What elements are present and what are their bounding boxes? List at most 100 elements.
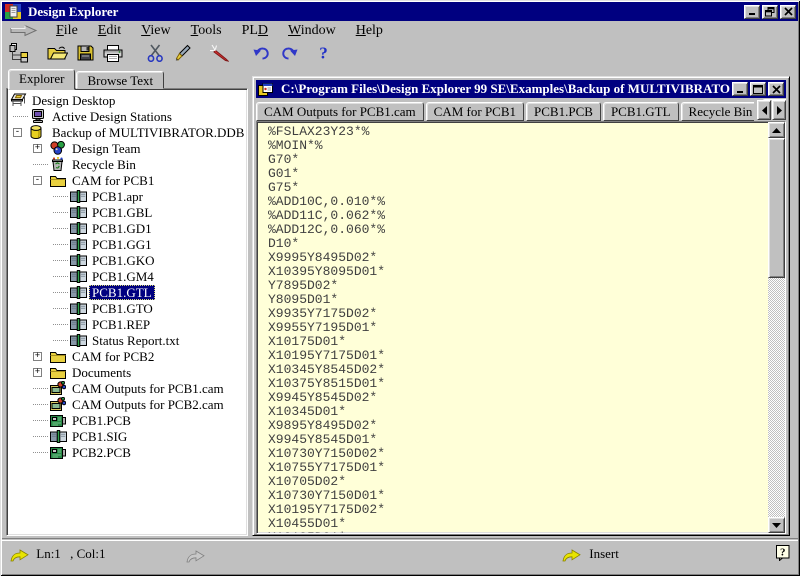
redo-button[interactable] <box>275 41 303 65</box>
tree-item-active-design-stations[interactable]: Active Design Stations <box>10 108 247 124</box>
svg-text:?: ? <box>319 44 328 62</box>
menu-tools[interactable]: Tools <box>181 22 232 40</box>
recycle-icon <box>50 157 69 171</box>
doc-close-button[interactable] <box>768 82 784 96</box>
open-button[interactable] <box>43 41 71 65</box>
tree-item-cam-outputs-for-pcb2-cam[interactable]: CAM Outputs for PCB2.cam <box>10 396 247 412</box>
print-button[interactable] <box>99 41 127 65</box>
tree-item-label: PCB1.GBL <box>89 205 155 220</box>
doc-minimize-button[interactable] <box>732 82 748 96</box>
tree-item-pcb1-gko[interactable]: PCB1.GKO <box>10 252 247 268</box>
design-manager-button[interactable] <box>5 41 33 65</box>
doc-icon <box>70 318 89 331</box>
tab-scroll-left-button[interactable] <box>757 100 771 120</box>
panel-tabs: ExplorerBrowse Text <box>6 68 248 89</box>
tree-item-design-team[interactable]: +Design Team <box>10 140 247 156</box>
scroll-thumb[interactable] <box>768 138 785 278</box>
tree-item-pcb1-gd1[interactable]: PCB1.GD1 <box>10 220 247 236</box>
tree-item-design-desktop[interactable]: Design Desktop <box>10 92 247 108</box>
code-line: X10395Y8095D01* <box>268 265 768 279</box>
tree-item-pcb1-rep[interactable]: PCB1.REP <box>10 316 247 332</box>
doc-tab-recycle-bin[interactable]: Recycle Bin <box>681 102 761 121</box>
doc-tab-cam-for-pcb1[interactable]: CAM for PCB1 <box>426 102 524 121</box>
cut-icon <box>147 44 164 62</box>
collapse-toggle-icon[interactable]: - <box>13 128 22 137</box>
team-icon <box>50 141 69 155</box>
tree-item-pcb2-pcb[interactable]: PCB2.PCB <box>10 444 247 460</box>
doc-tab-pcb1-gtl[interactable]: PCB1.GTL <box>603 102 679 121</box>
tree-branch-line <box>30 388 50 389</box>
restore-button[interactable] <box>762 5 778 19</box>
wand-button[interactable] <box>205 41 233 65</box>
insert-label: Insert <box>589 546 619 561</box>
menu-help[interactable]: Help <box>346 22 393 40</box>
menu-drop-arrow-icon[interactable] <box>10 24 38 37</box>
undo-icon <box>252 46 271 61</box>
doc-icon <box>70 334 89 347</box>
save-icon <box>77 45 94 61</box>
tree-branch-line <box>50 212 70 213</box>
menu-window[interactable]: Window <box>278 22 346 40</box>
tree-item-label: Documents <box>69 365 134 380</box>
tree-item-pcb1-pcb[interactable]: PCB1.PCB <box>10 412 247 428</box>
folder-icon <box>50 350 69 363</box>
tree-item-pcb1-sig[interactable]: PCB1.SIG <box>10 428 247 444</box>
expand-toggle-icon[interactable]: + <box>33 352 42 361</box>
code-line: X10755Y7175D01* <box>268 461 768 475</box>
tree-branch-line <box>30 404 50 405</box>
scroll-up-button[interactable] <box>768 122 785 138</box>
code-line: G70* <box>268 153 768 167</box>
minimize-button[interactable] <box>744 5 760 19</box>
tree-item-status-report-txt[interactable]: Status Report.txt <box>10 332 247 348</box>
doc-icon <box>70 270 89 283</box>
tree-item-pcb1-gm4[interactable]: PCB1.GM4 <box>10 268 247 284</box>
tree-item-label: Recycle Bin <box>69 157 139 172</box>
menu-file[interactable]: File <box>46 22 88 40</box>
save-button[interactable] <box>71 41 99 65</box>
menu-pld[interactable]: PLD <box>232 22 278 40</box>
expand-toggle-icon[interactable]: + <box>33 144 42 153</box>
tab-scroll-right-button[interactable] <box>772 100 786 120</box>
tree-branch-line <box>10 116 30 117</box>
folder-icon <box>50 366 69 379</box>
paste-button[interactable] <box>169 41 197 65</box>
doc-tab-pcb1-pcb[interactable]: PCB1.PCB <box>526 102 601 121</box>
doc-maximize-button[interactable] <box>750 82 766 96</box>
window-controls <box>742 5 796 19</box>
code-line: G75* <box>268 181 768 195</box>
tree-item-cam-for-pcb1[interactable]: - CAM for PCB1 <box>10 172 247 188</box>
editor[interactable]: %FSLAX23Y23*%%MOIN*%G70*G01*G75*%ADD10C,… <box>257 122 768 533</box>
cut-button[interactable] <box>141 41 169 65</box>
help-icon: ? <box>317 44 330 62</box>
secondary-arrow-icon <box>186 547 205 563</box>
left-tab-browse-text[interactable]: Browse Text <box>76 71 164 89</box>
tree-item-pcb1-gbl[interactable]: PCB1.GBL <box>10 204 247 220</box>
tree-item-recycle-bin[interactable]: Recycle Bin <box>10 156 247 172</box>
menu-edit[interactable]: Edit <box>88 22 131 40</box>
tree-item-pcb1-gtl[interactable]: PCB1.GTL <box>10 284 247 300</box>
tree-item-backup-of-multivibrator-ddb[interactable]: -Backup of MULTIVIBRATOR.DDB <box>10 124 247 140</box>
tree-item-documents[interactable]: + Documents <box>10 364 247 380</box>
doc-tab-cam-outputs-for-pcb1-cam[interactable]: CAM Outputs for PCB1.cam <box>256 102 424 121</box>
undo-button[interactable] <box>247 41 275 65</box>
insert-arrow-icon <box>562 549 581 562</box>
collapse-toggle-icon[interactable]: - <box>33 176 42 185</box>
tree-item-cam-outputs-for-pcb1-cam[interactable]: CAM Outputs for PCB1.cam <box>10 380 247 396</box>
left-tab-explorer[interactable]: Explorer <box>8 69 75 90</box>
help-button[interactable]: ? <box>309 41 337 65</box>
scroll-down-button[interactable] <box>768 517 785 533</box>
scroll-track[interactable] <box>768 138 785 517</box>
tree-item-pcb1-gg1[interactable]: PCB1.GG1 <box>10 236 247 252</box>
doc-tab-label: Recycle Bin <box>689 104 753 120</box>
tree-item-pcb1-apr[interactable]: PCB1.apr <box>10 188 247 204</box>
design-manager-icon <box>9 43 29 63</box>
tree-branch-line <box>30 436 50 437</box>
expand-toggle-icon[interactable]: + <box>33 368 42 377</box>
help-indicator[interactable]: ? <box>776 544 790 561</box>
close-button[interactable] <box>780 5 796 19</box>
document-icon <box>258 83 277 96</box>
menu-view[interactable]: View <box>131 22 181 40</box>
tree-item-pcb1-gto[interactable]: PCB1.GTO <box>10 300 247 316</box>
tree-item-label: CAM for PCB1 <box>69 173 157 188</box>
tree-item-cam-for-pcb2[interactable]: +CAM for PCB2 <box>10 348 247 364</box>
